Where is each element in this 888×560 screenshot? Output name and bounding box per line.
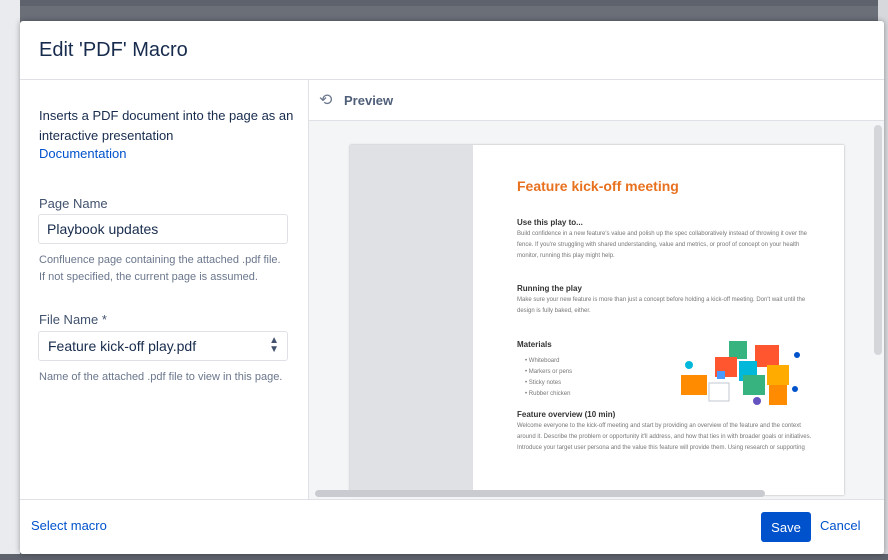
file-name-select[interactable]: Feature kick-off play.pdf ▲ ▼ [38,331,288,361]
preview-viewport[interactable]: Feature kick-off meeting Use this play t… [309,121,884,499]
pdf-heading: Use this play to... [517,218,583,227]
pdf-paragraph: Welcome everyone to the kick-off meeting… [517,423,812,451]
file-name-help: Name of the attached .pdf file to view i… [39,371,283,383]
pdf-sidebar [350,145,473,495]
pdf-heading: Feature overview (10 min) [517,410,616,419]
pdf-heading: Materials [517,340,552,349]
pdf-bullet-list: Whiteboard Markers or pens Sticky notes … [525,356,572,400]
pdf-paragraph: Make sure your new feature is more than … [517,297,806,314]
save-button[interactable]: Save [761,512,811,542]
pdf-bullet: Whiteboard [525,356,572,367]
pdf-paragraph: Build confidence in a new feature's valu… [517,231,807,259]
dialog-header: Edit 'PDF' Macro [20,21,884,80]
pdf-bullet: Rubber chicken [525,389,572,400]
preview-toolbar: ⟲ Preview [309,80,884,121]
pdf-content: Feature kick-off meeting Use this play t… [517,145,827,495]
macro-description: Inserts a PDF document into the page as … [39,108,294,143]
documentation-link[interactable]: Documentation [39,146,126,161]
refresh-icon[interactable]: ⟲ [319,90,332,110]
file-name-value: Feature kick-off play.pdf [48,338,197,354]
background-page [0,0,20,560]
pdf-heading: Running the play [517,284,582,293]
dialog-title: Edit 'PDF' Macro [39,39,188,61]
select-macro-link[interactable]: Select macro [31,518,107,533]
macro-dialog: Edit 'PDF' Macro Inserts a PDF document … [20,21,884,554]
cancel-button[interactable]: Cancel [820,518,860,533]
vertical-scrollbar[interactable] [874,125,882,355]
horizontal-scrollbar[interactable] [315,490,765,497]
pdf-bullet: Markers or pens [525,367,572,378]
preview-label: Preview [344,93,394,108]
page-name-input[interactable] [38,214,288,244]
pdf-bullet: Sticky notes [525,378,572,389]
pdf-page: Feature kick-off meeting Use this play t… [350,145,844,495]
page-name-help: Confluence page containing the attached … [39,254,281,283]
dialog-footer: Select macro Save Cancel [20,499,884,554]
file-name-label: File Name * [39,312,107,327]
pdf-title: Feature kick-off meeting [517,178,679,194]
preview-panel: ⟲ Preview Feature kick-off meeting Use t… [308,80,884,499]
page-name-label: Page Name [39,196,108,211]
background-bottom [0,554,888,560]
select-arrows-icon: ▲ ▼ [269,335,279,355]
sticky-notes-illustration [681,341,800,405]
macro-form: Inserts a PDF document into the page as … [20,80,308,499]
background-top [0,0,888,6]
